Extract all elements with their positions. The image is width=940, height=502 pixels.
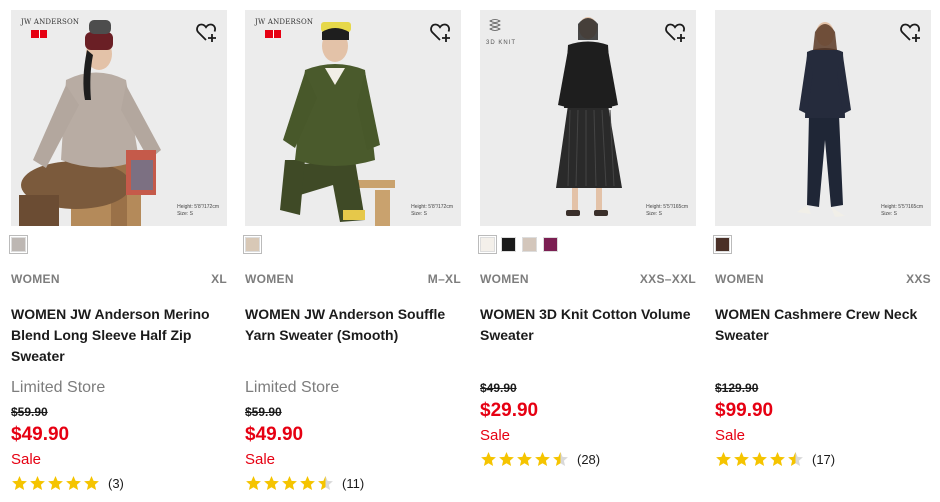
review-count: (3) xyxy=(108,475,124,491)
star-rating xyxy=(245,475,334,491)
model-height-info: Height: 5'5"/165cm Size: S xyxy=(881,204,923,217)
star-icon xyxy=(66,476,81,490)
star-icon xyxy=(264,476,279,490)
star-icon xyxy=(499,452,514,466)
product-card[interactable]: JW ANDERSON Height: 5'8"/172cm Size: S W… xyxy=(243,10,461,500)
product-image[interactable]: 3D KNIT Height: 5'5"/165cm Size: S xyxy=(480,10,696,226)
product-name[interactable]: WOMEN JW Anderson Merino Blend Long Slee… xyxy=(11,304,227,367)
product-grid: JW ANDERSON Height: 5'8"/172cm Size: S W… xyxy=(0,0,940,502)
gender-label: WOMEN xyxy=(480,272,529,286)
product-image[interactable]: JW ANDERSON Height: 5'8"/172cm Size: S xyxy=(245,10,461,226)
star-icon xyxy=(84,476,99,490)
star-icon xyxy=(734,452,749,466)
product-card[interactable]: JW ANDERSON Height: 5'8"/172cm Size: S W… xyxy=(9,10,227,500)
review-count: (17) xyxy=(812,451,836,467)
add-to-wishlist-heart-icon[interactable] xyxy=(195,20,219,44)
star-icon xyxy=(12,476,27,490)
gender-label: WOMEN xyxy=(715,272,764,286)
sale-label: Sale xyxy=(11,451,42,468)
sale-price: $49.90 xyxy=(11,424,70,445)
color-swatch[interactable] xyxy=(713,235,732,254)
color-swatches xyxy=(478,235,558,254)
original-price: $59.90 xyxy=(245,405,282,419)
limited-store-label: Limited Store xyxy=(11,379,106,396)
star-icon xyxy=(770,452,785,466)
gender-label: WOMEN xyxy=(11,272,60,286)
rating[interactable]: (17) xyxy=(715,451,835,467)
jw-anderson-logo: JW ANDERSON xyxy=(255,18,314,26)
star-icon xyxy=(553,452,568,466)
model-height-info: Height: 5'8"/172cm Size: S xyxy=(177,204,219,217)
limited-store-label: Limited Store xyxy=(245,379,340,396)
gender-label: WOMEN xyxy=(245,272,294,286)
product-card[interactable]: Height: 5'5"/165cm Size: S WOMEN XXS WOM… xyxy=(713,10,931,500)
product-name[interactable]: WOMEN 3D Knit Cotton Volume Sweater xyxy=(480,304,696,346)
star-rating xyxy=(480,451,569,467)
star-icon xyxy=(535,452,550,466)
color-swatch[interactable] xyxy=(9,235,28,254)
size-range: XXS xyxy=(906,272,931,286)
star-icon xyxy=(752,452,767,466)
star-rating xyxy=(715,451,804,467)
original-price: $49.90 xyxy=(480,381,517,395)
color-swatch[interactable] xyxy=(543,237,558,252)
original-price: $129.90 xyxy=(715,381,759,395)
color-swatch[interactable] xyxy=(522,237,537,252)
color-swatches xyxy=(713,235,732,254)
color-swatches xyxy=(243,235,262,254)
add-to-wishlist-heart-icon[interactable] xyxy=(429,20,453,44)
star-icon xyxy=(788,452,803,466)
model-height-info: Height: 5'5"/165cm Size: S xyxy=(646,204,688,217)
color-swatch[interactable] xyxy=(501,237,516,252)
product-name[interactable]: WOMEN Cashmere Crew Neck Sweater xyxy=(715,304,931,346)
add-to-wishlist-heart-icon[interactable] xyxy=(664,20,688,44)
star-rating xyxy=(11,475,100,491)
color-swatch[interactable] xyxy=(478,235,497,254)
product-image[interactable]: Height: 5'5"/165cm Size: S xyxy=(715,10,931,226)
product-image[interactable]: JW ANDERSON Height: 5'8"/172cm Size: S xyxy=(11,10,227,226)
review-count: (28) xyxy=(577,451,601,467)
star-icon xyxy=(282,476,297,490)
product-card[interactable]: 3D KNIT Height: 5'5"/165cm Size: S WOMEN… xyxy=(478,10,696,500)
color-swatches xyxy=(9,235,28,254)
sale-label: Sale xyxy=(245,451,276,468)
rating[interactable]: (11) xyxy=(245,475,364,491)
sale-price: $99.90 xyxy=(715,400,774,421)
star-icon xyxy=(300,476,315,490)
star-icon xyxy=(318,476,333,490)
rating[interactable]: (3) xyxy=(11,475,124,491)
star-icon xyxy=(481,452,496,466)
3d-knit-logo-icon xyxy=(489,19,501,31)
sale-price: $49.90 xyxy=(245,424,304,445)
model-height-info: Height: 5'8"/172cm Size: S xyxy=(411,204,453,217)
size-range: M–XL xyxy=(427,272,461,286)
review-count: (11) xyxy=(342,475,365,491)
size-range: XXS–XXL xyxy=(639,272,696,286)
original-price: $59.90 xyxy=(11,405,48,419)
sale-label: Sale xyxy=(715,427,746,444)
star-icon xyxy=(246,476,261,490)
product-name[interactable]: WOMEN JW Anderson Souffle Yarn Sweater (… xyxy=(245,304,461,346)
sale-label: Sale xyxy=(480,427,511,444)
star-icon xyxy=(716,452,731,466)
sale-price: $29.90 xyxy=(480,400,539,421)
rating[interactable]: (28) xyxy=(480,451,600,467)
size-range: XL xyxy=(211,272,227,286)
star-icon xyxy=(517,452,532,466)
star-icon xyxy=(30,476,45,490)
color-swatch[interactable] xyxy=(243,235,262,254)
3d-knit-label: 3D KNIT xyxy=(486,40,517,46)
jw-anderson-logo: JW ANDERSON xyxy=(21,18,80,26)
add-to-wishlist-heart-icon[interactable] xyxy=(899,20,923,44)
star-icon xyxy=(48,476,63,490)
